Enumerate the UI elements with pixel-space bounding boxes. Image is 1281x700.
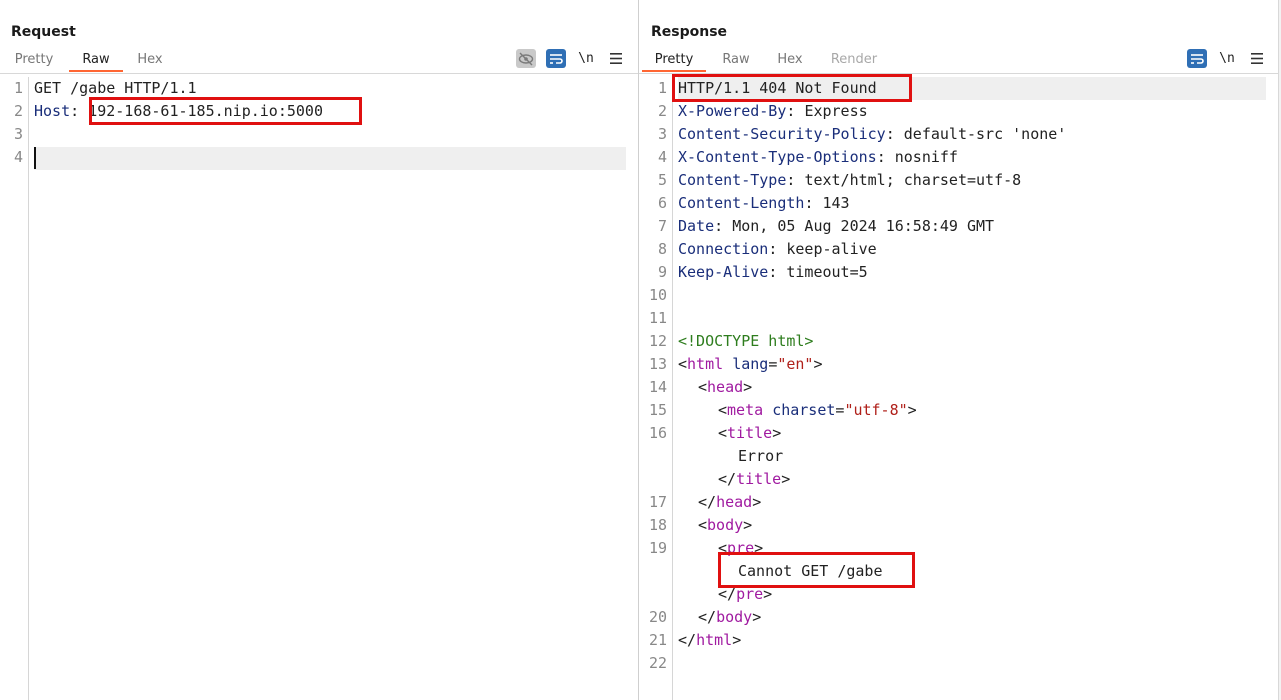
request-gutter: 1 2 3 4: [0, 77, 29, 700]
response-show-newlines-button[interactable]: \n: [1217, 49, 1237, 68]
title-text: Error: [738, 447, 784, 465]
response-tab-raw[interactable]: Raw: [710, 51, 762, 72]
hamburger-menu-icon: [1251, 53, 1263, 64]
request-pane: Request Pretty Raw Hex \n 1 2 3 4 GET /g…: [0, 0, 638, 700]
pre-open-tag: <pre>: [718, 539, 764, 557]
request-host-line: Host: 192-168-61-185.nip.io:5000: [34, 102, 323, 120]
request-tab-hex[interactable]: Hex: [126, 51, 174, 72]
title-open-tag: <title>: [718, 424, 782, 442]
line-number: 20: [648, 608, 667, 626]
pre-close-tag: </pre>: [718, 585, 773, 603]
body-open-tag: <body>: [698, 516, 753, 534]
header-line: Connection: keep-alive: [678, 240, 877, 258]
response-title: Response: [651, 24, 728, 40]
line-number: 7: [657, 217, 667, 235]
line-number: 1: [657, 79, 667, 97]
header-line: Date: Mon, 05 Aug 2024 16:58:49 GMT: [678, 217, 995, 235]
response-pane: Response Pretty Raw Hex Render \n 123456…: [639, 0, 1279, 700]
line-number: 5: [657, 171, 667, 189]
line-number: 11: [648, 309, 667, 327]
request-tab-pretty[interactable]: Pretty: [4, 51, 64, 72]
host-value: 192-168-61-185.nip.io:5000: [88, 102, 323, 120]
line-number: 13: [648, 355, 667, 373]
header-line: X-Content-Type-Options: nosniff: [678, 148, 958, 166]
header-line: X-Powered-By: Express: [678, 102, 868, 120]
request-tab-raw[interactable]: Raw: [69, 51, 123, 72]
request-menu-button[interactable]: [606, 49, 626, 68]
line-number: 9: [657, 263, 667, 281]
word-wrap-button[interactable]: [546, 49, 566, 68]
text-cursor: [34, 147, 36, 169]
response-word-wrap-button[interactable]: [1187, 49, 1207, 68]
head-close-tag: </head>: [698, 493, 762, 511]
line-number: 8: [657, 240, 667, 258]
line-number: 3: [657, 125, 667, 143]
line-number: 15: [648, 401, 667, 419]
line-number: 16: [648, 424, 667, 442]
meta-tag: <meta charset="utf-8">: [718, 401, 917, 419]
status-line: HTTP/1.1 404 Not Found: [678, 79, 877, 97]
header-line: Content-Type: text/html; charset=utf-8: [678, 171, 1022, 189]
response-gutter: 1 2 3 4 5 6 7 8 9 10 11 12 13 14 15 16 17 18 19 20 21 22: [639, 77, 673, 700]
request-line: GET /gabe HTTP/1.1: [34, 79, 197, 97]
request-editor[interactable]: 1 2 3 4 GET /gabe HTTP/1.1 Host: 192-168…: [0, 77, 638, 700]
head-open-tag: <head>: [698, 378, 753, 396]
html-open-tag: <html lang="en">: [678, 355, 823, 373]
line-number: 6: [657, 194, 667, 212]
wrap-icon: [550, 53, 563, 64]
html-doctype: <!DOCTYPE html>: [678, 332, 814, 350]
html-close-tag: </html>: [678, 631, 742, 649]
response-menu-button[interactable]: [1247, 49, 1267, 68]
show-newlines-button[interactable]: \n: [576, 49, 596, 68]
response-tab-render[interactable]: Render: [822, 51, 886, 72]
header-line: Keep-Alive: timeout=5: [678, 263, 868, 281]
response-tab-hex[interactable]: Hex: [766, 51, 814, 72]
response-editor[interactable]: 1 2 3 4 5 6 7 8 9 10 11 12 13 14 15 16 17 18 19 20 21 22 HTTP…: [639, 74, 1279, 700]
title-close-tag: </title>: [718, 470, 791, 488]
line-number: 2: [657, 102, 667, 120]
header-line: Content-Security-Policy: default-src 'no…: [678, 125, 1067, 143]
line-number: 12: [648, 332, 667, 350]
request-title: Request: [11, 24, 76, 40]
line-number: 1: [13, 79, 23, 97]
hide-nonprintable-button[interactable]: [516, 49, 536, 68]
line-number: 4: [657, 148, 667, 166]
line-number: 19: [648, 539, 667, 557]
response-tabs: Pretty Raw Hex Render: [639, 51, 1279, 74]
eye-off-icon: [518, 52, 534, 65]
line-number: 21: [648, 631, 667, 649]
line-number: 2: [13, 102, 23, 120]
current-line-highlight: [34, 147, 626, 170]
line-number: 4: [13, 148, 23, 166]
line-number: 14: [648, 378, 667, 396]
line-number: 22: [648, 654, 667, 672]
line-number: 17: [648, 493, 667, 511]
line-number: 3: [13, 125, 23, 143]
line-number: 18: [648, 516, 667, 534]
header-line: Content-Length: 143: [678, 194, 850, 212]
response-tab-pretty[interactable]: Pretty: [642, 51, 706, 72]
line-number: 10: [648, 286, 667, 304]
request-tabs: Pretty Raw Hex: [0, 51, 638, 74]
wrap-icon: [1191, 53, 1204, 64]
hamburger-menu-icon: [610, 53, 622, 64]
pre-text: Cannot GET /gabe: [738, 562, 883, 580]
body-close-tag: </body>: [698, 608, 762, 626]
